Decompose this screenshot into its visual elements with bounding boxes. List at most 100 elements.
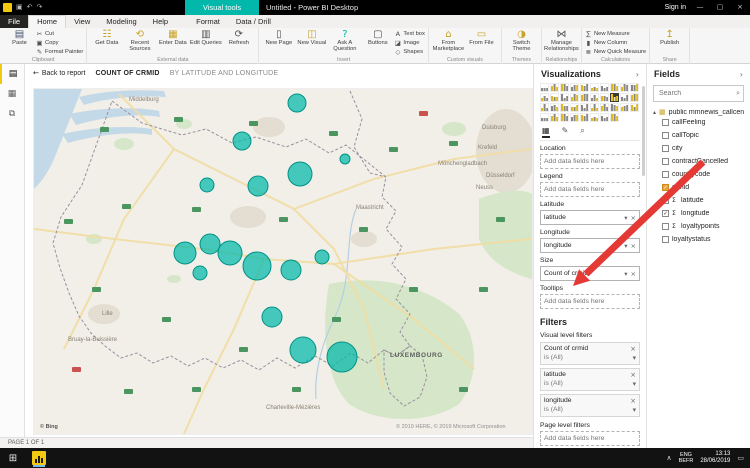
field-item-crmid[interactable]: ✓crmid <box>653 181 744 194</box>
ribbon-tab-format[interactable]: Format <box>188 15 228 28</box>
visual-tools-context-tab[interactable]: Visual tools <box>185 0 259 15</box>
shapes-button[interactable]: ◇Shapes <box>394 48 425 56</box>
map-bubble[interactable] <box>248 176 268 196</box>
sign-in-button[interactable]: Sign in <box>665 0 686 15</box>
map-bubble[interactable] <box>288 94 306 112</box>
well-dropzone-legend[interactable]: Add data fields here <box>540 182 640 197</box>
field-item-callfeeling[interactable]: callFeeling <box>653 116 744 129</box>
map-visual[interactable]: MiddelburgDuisburgKrefeldMönchengladbach… <box>33 88 533 435</box>
field-checkbox[interactable] <box>662 119 669 126</box>
remove-filter-icon[interactable]: × <box>630 397 636 405</box>
collapse-panel-icon[interactable]: › <box>636 70 639 79</box>
enter-data-button[interactable]: ▦Enter Data <box>156 29 189 46</box>
visual-type-icon[interactable] <box>610 113 619 122</box>
format-painter-button[interactable]: ✎Format Painter <box>36 48 83 56</box>
paste-button[interactable]: ▤Paste <box>3 29 36 46</box>
map-bubble[interactable] <box>243 252 271 280</box>
search-input[interactable] <box>657 89 736 98</box>
field-item-latitude[interactable]: ✓Σlatitude <box>653 194 744 207</box>
text-box-button[interactable]: AText box <box>394 30 425 38</box>
map-bubble[interactable] <box>200 234 220 254</box>
bing-logo[interactable]: © Bing <box>40 423 58 430</box>
well-dropzone-tooltips[interactable]: Add data fields here <box>540 294 640 309</box>
notification-icon[interactable]: ▭ <box>737 454 744 462</box>
remove-filter-icon[interactable]: × <box>630 345 636 353</box>
field-item-calltopic[interactable]: callTopic <box>653 129 744 142</box>
map-bubble[interactable] <box>327 342 357 372</box>
tray-expand-icon[interactable]: ∧ <box>667 454 672 462</box>
collapse-table-icon[interactable]: ▴ <box>653 109 656 116</box>
visual-type-icon[interactable] <box>570 113 579 122</box>
map-bubble[interactable] <box>288 162 312 186</box>
visual-type-icon[interactable] <box>560 103 569 112</box>
map-bubble[interactable] <box>315 250 329 264</box>
data-view-icon[interactable]: ▦ <box>0 84 24 104</box>
visual-type-icon[interactable] <box>560 83 569 92</box>
field-checkbox[interactable] <box>662 171 669 178</box>
field-checkbox[interactable] <box>662 158 669 165</box>
page-filters-dropzone[interactable]: Add data fields here <box>540 431 640 446</box>
start-button[interactable]: ⊞ <box>0 453 26 464</box>
powerbi-taskbar-icon[interactable] <box>32 451 46 465</box>
map-bubble[interactable] <box>290 337 316 363</box>
save-icon[interactable]: ▣ <box>16 0 23 15</box>
visual-type-icon[interactable] <box>590 83 599 92</box>
visual-type-icon[interactable] <box>570 103 579 112</box>
get-data-button[interactable]: ☷Get Data <box>90 29 123 46</box>
new-measure-button[interactable]: ∑New Measure <box>585 30 646 38</box>
field-item-longitude[interactable]: ✓Σlongitude <box>653 207 744 220</box>
from-marketplace-button[interactable]: ⌂From Marketplace <box>432 29 465 53</box>
visual-type-icon[interactable] <box>540 83 549 92</box>
visual-type-icon[interactable] <box>560 93 569 102</box>
map-bubble[interactable] <box>174 242 196 264</box>
map-bubble[interactable] <box>193 266 207 280</box>
remove-field-icon[interactable]: × <box>631 242 636 250</box>
visual-type-icon[interactable] <box>540 113 549 122</box>
maximize-button[interactable]: ▢ <box>710 0 730 15</box>
field-checkbox[interactable]: ✓ <box>662 184 669 191</box>
panel-scrollbar[interactable] <box>642 86 645 176</box>
close-button[interactable]: × <box>730 0 750 15</box>
ribbon-tab-view[interactable]: View <box>66 15 98 28</box>
report-view-icon[interactable]: ▤ <box>0 64 24 84</box>
field-pill-latitude[interactable]: latitude▾× <box>540 210 640 225</box>
map-bubble[interactable] <box>233 132 251 150</box>
collapse-panel-icon[interactable]: › <box>740 70 743 79</box>
visual-type-icon[interactable] <box>550 83 559 92</box>
visual-type-icon[interactable] <box>550 93 559 102</box>
copy-button[interactable]: ▣Copy <box>36 39 83 47</box>
field-checkbox[interactable] <box>662 132 669 139</box>
visual-type-icon[interactable] <box>600 113 609 122</box>
format-tab[interactable]: ✎ <box>562 126 569 138</box>
remove-field-icon[interactable]: × <box>631 214 636 222</box>
field-checkbox[interactable] <box>662 223 669 230</box>
visual-type-icon[interactable] <box>630 93 639 102</box>
recent-sources-button[interactable]: ⟲Recent Sources <box>123 29 156 53</box>
refresh-button[interactable]: ⟳Refresh <box>222 29 255 46</box>
visual-type-icon[interactable] <box>550 103 559 112</box>
manage-relationships-button[interactable]: ⋈Manage Relationships <box>545 29 578 53</box>
from-file-button[interactable]: ▭From File <box>465 29 498 46</box>
visual-type-icon[interactable] <box>600 103 609 112</box>
field-checkbox[interactable] <box>662 236 669 243</box>
visual-type-icon[interactable] <box>600 93 609 102</box>
field-checkbox[interactable]: ✓ <box>662 197 669 204</box>
switch-theme-button[interactable]: ◑Switch Theme <box>505 29 538 53</box>
caret-down-icon[interactable]: ▾ <box>624 214 627 222</box>
edit-queries-button[interactable]: ▥Edit Queries <box>189 29 222 46</box>
field-checkbox[interactable]: ✓ <box>662 210 669 217</box>
visual-type-icon[interactable] <box>590 113 599 122</box>
visual-type-icon[interactable] <box>540 93 549 102</box>
field-item-loyaltystatus[interactable]: loyaltystatus <box>653 233 744 246</box>
filter-card-latitude[interactable]: latitude× is (All)▾ <box>540 368 640 391</box>
new-column-button[interactable]: ▮New Column <box>585 39 646 47</box>
map-bubble[interactable] <box>218 241 242 265</box>
ask-a-question-button[interactable]: ?Ask A Question <box>328 29 361 53</box>
field-item-loyaltypoints[interactable]: Σloyaltypoints <box>653 220 744 233</box>
buttons-button[interactable]: ▢Buttons <box>361 29 394 46</box>
visual-type-icon[interactable] <box>540 103 549 112</box>
filter-card-longitude[interactable]: longitude× is (All)▾ <box>540 394 640 417</box>
fields-tab[interactable]: ▦ <box>542 126 550 138</box>
visual-type-icon[interactable] <box>550 113 559 122</box>
publish-button[interactable]: ↥Publish <box>653 29 686 46</box>
